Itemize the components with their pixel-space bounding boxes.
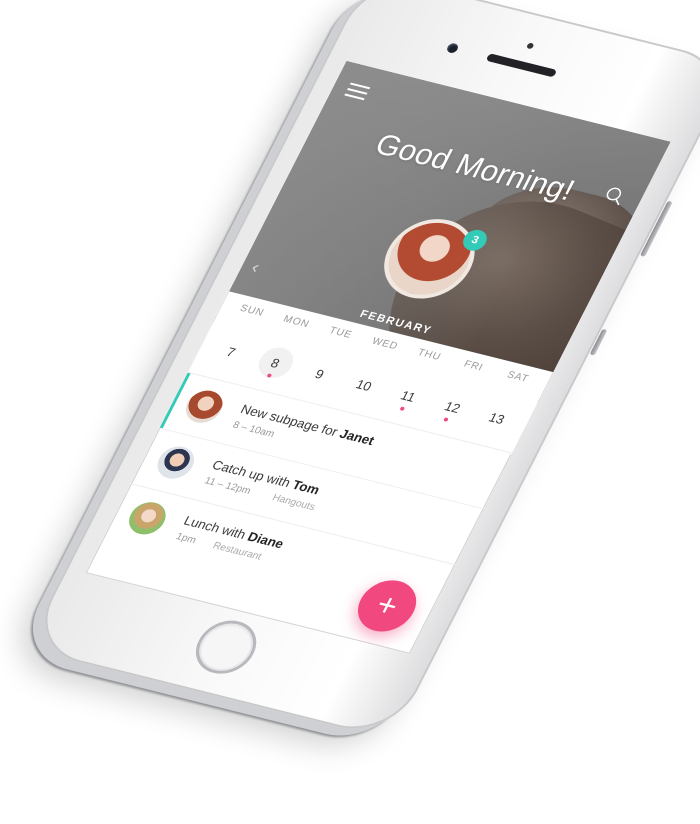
calendar-day[interactable]: 13 [469, 398, 524, 439]
calendar-day[interactable]: 11 [381, 376, 436, 417]
event-dot [399, 406, 405, 411]
day-number: 7 [223, 344, 238, 360]
weekday-label: TUE [327, 325, 354, 341]
event-dot [266, 373, 272, 378]
calendar-day-selected[interactable]: 8 [248, 343, 303, 384]
weekday-label: THU [415, 347, 443, 363]
event-dot [443, 417, 450, 422]
avatar [122, 498, 172, 538]
day-number: 13 [486, 409, 508, 427]
day-number: 12 [441, 398, 464, 416]
weekday-label: MON [281, 313, 312, 331]
calendar-day[interactable]: 12 [425, 387, 480, 428]
weekday-label: FRI [461, 358, 485, 374]
weekday-label: SUN [237, 303, 266, 319]
weekday-label: WED [369, 335, 400, 353]
day-number: 8 [268, 355, 283, 371]
calendar-day[interactable]: 7 [203, 332, 258, 373]
event-time: 1pm [173, 531, 198, 547]
calendar-day[interactable]: 9 [292, 354, 347, 395]
day-number: 10 [353, 376, 375, 394]
avatar [179, 387, 229, 427]
phone-device: Good Morning! 3 ‹ FEBRUARY › SUN MON TUE… [25, 0, 700, 741]
avatar [151, 442, 201, 483]
day-number: 9 [312, 366, 327, 382]
day-number: 11 [398, 387, 419, 405]
calendar-day[interactable]: 10 [336, 365, 391, 406]
weekday-label: SAT [504, 369, 531, 385]
